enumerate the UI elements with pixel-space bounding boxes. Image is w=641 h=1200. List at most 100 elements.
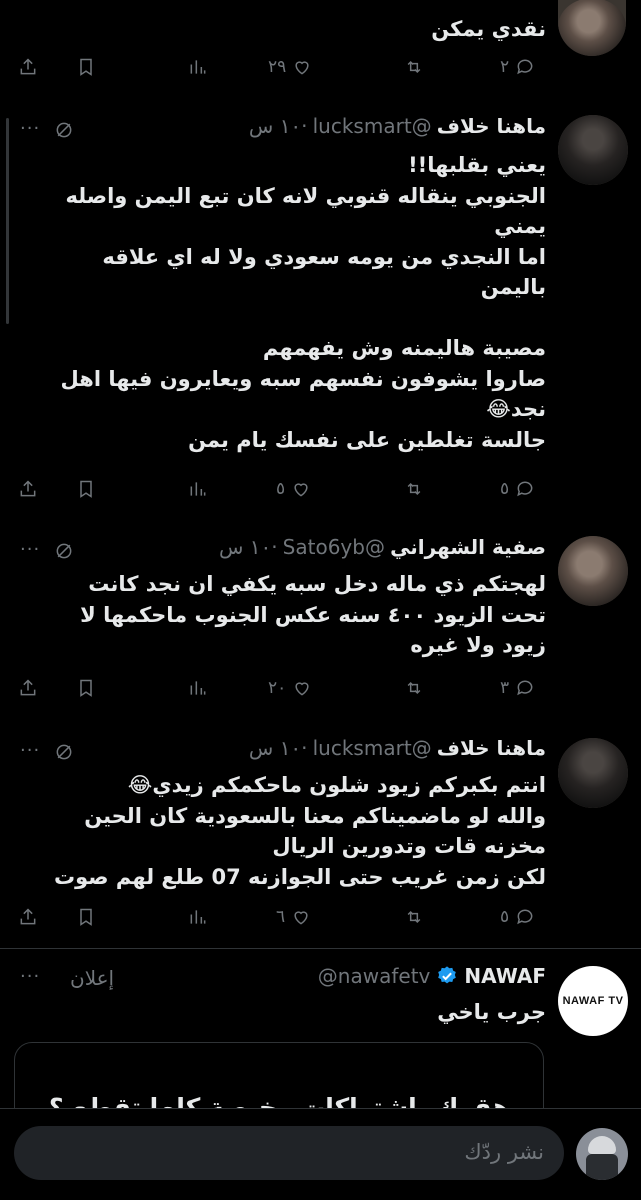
views-button[interactable] xyxy=(188,474,208,504)
share-button[interactable] xyxy=(18,52,38,82)
like-count: ٥ xyxy=(276,479,286,499)
ad-header: @nawafetv NAWAF xyxy=(318,964,546,988)
tweet-text: نقدي يمكن xyxy=(431,17,546,41)
user-handle[interactable]: @lucksmart xyxy=(313,114,432,138)
tweet-line: الجنوبي ينقاله قنوبي لانه كان تبع اليمن … xyxy=(65,183,546,208)
tweet-line: مصيبة هاليمنه وش يفهمهم xyxy=(262,336,546,360)
ad-avatar-logo: NAWAF TV xyxy=(562,995,624,1007)
tweet-body: يعني بقلبها!! الجنوبي ينقاله قنوبي لانه … xyxy=(26,150,546,455)
views-button[interactable] xyxy=(188,902,208,932)
more-icon[interactable]: ··· xyxy=(20,966,40,987)
tweet-time: ·١٠ س xyxy=(248,736,308,760)
tweet-time: ·١٠ س xyxy=(218,535,278,559)
mute-icon[interactable] xyxy=(54,120,74,140)
views-icon xyxy=(190,910,206,924)
tweet-line: زيود ولا غيره xyxy=(410,633,546,657)
reply-button[interactable]: ٥ xyxy=(500,474,535,504)
user-handle[interactable]: @lucksmart xyxy=(313,736,432,760)
share-button[interactable] xyxy=(18,673,38,703)
like-count: ٢٩ xyxy=(268,57,287,77)
avatar[interactable] xyxy=(558,738,628,808)
ad-avatar[interactable]: NAWAF TV xyxy=(558,966,628,1036)
divider xyxy=(0,1108,641,1109)
bookmark-button[interactable] xyxy=(76,673,96,703)
views-icon xyxy=(190,681,206,695)
ad-name[interactable]: NAWAF xyxy=(464,964,546,988)
like-count: ٦ xyxy=(276,907,286,927)
bookmark-button[interactable] xyxy=(76,902,96,932)
views-button[interactable] xyxy=(188,673,208,703)
retweet-button[interactable] xyxy=(404,902,424,932)
action-bar: ٦ ٥ xyxy=(0,902,641,932)
user-name[interactable]: صفية الشهراني xyxy=(390,535,546,559)
tweet-line: يمني xyxy=(494,214,546,238)
views-icon xyxy=(190,60,206,74)
retweet-icon xyxy=(407,60,421,74)
more-icon[interactable]: ··· xyxy=(20,118,40,139)
tweet-header: صفية الشهراني @Sato6yb ·١٠ س xyxy=(219,535,546,559)
current-user-avatar[interactable] xyxy=(576,1128,628,1180)
views-icon xyxy=(190,482,206,496)
verified-icon xyxy=(438,966,457,984)
like-button[interactable]: ٥ xyxy=(276,474,311,504)
divider xyxy=(0,948,641,949)
user-name[interactable]: ماهنا خلاف xyxy=(437,736,546,760)
like-button[interactable]: ٢٠ xyxy=(268,673,312,703)
avatar[interactable] xyxy=(558,0,626,56)
retweet-button[interactable] xyxy=(404,673,424,703)
retweet-button[interactable] xyxy=(404,52,424,82)
mute-icon[interactable] xyxy=(54,742,74,762)
tweet-body: انتم بكبركم زيود شلون ماحكمكم زيدي😂 والل… xyxy=(26,770,546,892)
reply-button[interactable]: ٥ xyxy=(500,902,535,932)
reply-icon xyxy=(517,59,533,75)
like-icon xyxy=(295,61,309,75)
tweet-time: ·١٠ س xyxy=(248,114,308,138)
tweet-body: لهجتكم ذي ماله دخل سبه يكفي ان نجد كانت … xyxy=(26,569,546,661)
bookmark-icon xyxy=(80,480,92,498)
bookmark-icon xyxy=(80,58,92,76)
tweet-line: مخزنه قات وتدورين الريال xyxy=(272,834,546,858)
reply-icon xyxy=(517,909,533,925)
reply-count: ٣ xyxy=(500,678,510,698)
retweet-icon xyxy=(407,482,421,496)
mute-icon[interactable] xyxy=(54,541,74,561)
bookmark-icon xyxy=(80,908,92,926)
like-icon xyxy=(295,682,309,696)
action-bar: ٢٠ ٣ xyxy=(0,673,641,703)
like-icon xyxy=(294,483,308,497)
like-button[interactable]: ٦ xyxy=(276,902,311,932)
avatar[interactable] xyxy=(558,115,628,185)
retweet-button[interactable] xyxy=(404,474,424,504)
tweet-line: جالسة تغلطين على نفسك يام يمن xyxy=(188,427,546,452)
share-icon xyxy=(20,679,36,696)
bookmark-button[interactable] xyxy=(76,474,96,504)
reply-button[interactable]: ٣ xyxy=(500,673,535,703)
more-icon[interactable]: ··· xyxy=(20,539,40,560)
reply-input[interactable]: نشر ردّك xyxy=(14,1126,564,1180)
user-name[interactable]: ماهنا خلاف xyxy=(437,114,546,138)
tweet-line: لهجتكم ذي ماله دخل سبه يكفي ان نجد كانت xyxy=(88,572,546,596)
like-button[interactable]: ٢٩ xyxy=(268,52,312,82)
tweet-line: نجد😂 xyxy=(486,397,546,421)
user-handle[interactable]: @Sato6yb xyxy=(283,535,385,559)
bookmark-icon xyxy=(80,679,92,697)
reply-button[interactable]: ٢ xyxy=(500,52,535,82)
action-bar: ٢٩ ٢ xyxy=(0,52,641,82)
ad-label: إعلان xyxy=(70,966,115,990)
avatar[interactable] xyxy=(558,536,628,606)
share-button[interactable] xyxy=(18,474,38,504)
retweet-icon xyxy=(407,681,421,695)
tweet-header: ماهنا خلاف @lucksmart ·١٠ س xyxy=(249,736,546,760)
reply-count: ٥ xyxy=(500,907,510,927)
share-button[interactable] xyxy=(18,902,38,932)
more-icon[interactable]: ··· xyxy=(20,740,40,761)
tweet-line: تحت الزيود ٤٠٠ سنه عكس الجنوب ماحكمها لا xyxy=(80,602,546,627)
like-icon xyxy=(294,911,308,925)
bookmark-button[interactable] xyxy=(76,52,96,82)
tweet-line xyxy=(26,303,546,334)
ad-handle[interactable]: @nawafetv xyxy=(318,964,431,988)
action-bar: ٥ ٥ xyxy=(0,474,641,504)
ad-text: جرب ياخي xyxy=(437,1000,546,1024)
tweet-line: لكن زمن غريب حتى الجوازنه 07 طلع لهم صوت xyxy=(54,864,546,889)
views-button[interactable] xyxy=(188,52,208,82)
